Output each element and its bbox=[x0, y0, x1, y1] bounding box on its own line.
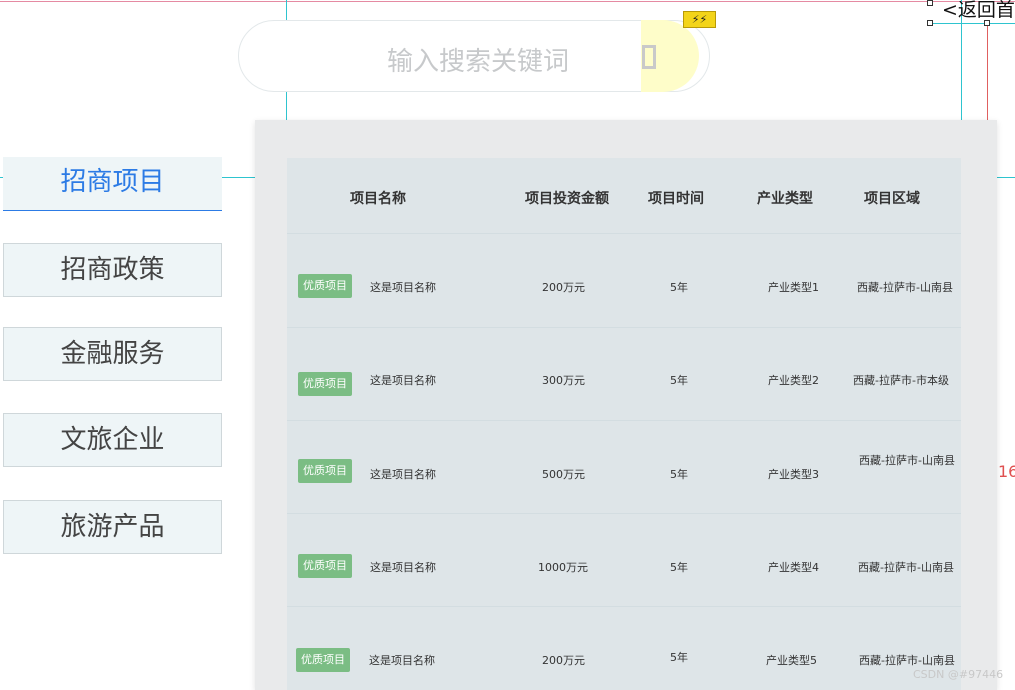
quality-badge: 优质项目 bbox=[298, 459, 352, 483]
sidebar-item-tourism-products[interactable]: 旅游产品 bbox=[3, 500, 222, 554]
cell-type: 产业类型3 bbox=[768, 468, 819, 481]
row-divider bbox=[287, 420, 961, 421]
cell-amount: 1000万元 bbox=[538, 561, 588, 574]
row-divider bbox=[287, 606, 961, 607]
cell-type: 产业类型4 bbox=[768, 561, 819, 574]
column-header-name: 项目名称 bbox=[350, 191, 406, 207]
project-table bbox=[287, 158, 961, 690]
resize-handle[interactable] bbox=[927, 0, 933, 6]
cell-type: 产业类型2 bbox=[768, 374, 819, 387]
cell-amount: 200万元 bbox=[542, 654, 585, 667]
guide-line-top bbox=[0, 1, 1015, 2]
cell-project-name[interactable]: 这是项目名称 bbox=[370, 466, 436, 482]
cell-time: 5年 bbox=[670, 281, 688, 294]
cell-amount: 500万元 bbox=[542, 468, 585, 481]
resize-handle[interactable] bbox=[927, 20, 933, 26]
column-header-type: 产业类型 bbox=[757, 191, 813, 207]
quality-badge: 优质项目 bbox=[296, 648, 350, 672]
quality-badge: 优质项目 bbox=[298, 554, 352, 578]
column-header-amount: 项目投资金额 bbox=[525, 191, 609, 207]
guide-line-short bbox=[930, 23, 1015, 24]
cell-amount: 300万元 bbox=[542, 374, 585, 387]
cell-amount: 200万元 bbox=[542, 281, 585, 294]
sidebar-item-financial-services[interactable]: 金融服务 bbox=[3, 327, 222, 381]
cell-time: 5年 bbox=[670, 561, 688, 574]
column-header-region: 项目区域 bbox=[864, 191, 920, 207]
row-divider bbox=[287, 327, 961, 328]
cell-type: 产业类型5 bbox=[766, 654, 817, 667]
cell-region: 西藏-拉萨市-山南县 bbox=[859, 454, 955, 467]
sidebar-item-investment-policy[interactable]: 招商政策 bbox=[3, 243, 222, 297]
sidebar-item-investment-projects[interactable]: 招商项目 bbox=[3, 157, 222, 211]
sidebar-item-tourism-enterprises[interactable]: 文旅企业 bbox=[3, 413, 222, 467]
cell-time: 5年 bbox=[670, 468, 688, 481]
search-placeholder[interactable]: 输入搜索关键词 bbox=[387, 41, 569, 78]
cell-time: 5年 bbox=[670, 651, 688, 664]
quality-badge: 优质项目 bbox=[298, 274, 352, 298]
search-icon[interactable] bbox=[642, 45, 656, 69]
quality-badge: 优质项目 bbox=[298, 372, 352, 396]
cell-project-name[interactable]: 这是项目名称 bbox=[370, 372, 436, 388]
cell-project-name[interactable]: 这是项目名称 bbox=[370, 559, 436, 575]
lightning-icon: ⚡⚡ bbox=[683, 11, 716, 28]
measure-label: 16 bbox=[998, 462, 1015, 481]
watermark: CSDN @#97446 bbox=[913, 668, 1004, 681]
cell-project-name[interactable]: 这是项目名称 bbox=[369, 652, 435, 668]
search-box[interactable]: 输入搜索关键词 bbox=[238, 20, 710, 92]
back-home-link[interactable]: <返回首页 bbox=[942, 0, 1015, 22]
cell-region: 西藏-拉萨市-山南县 bbox=[858, 561, 954, 574]
cell-region: 西藏-拉萨市-山南县 bbox=[859, 654, 955, 667]
cell-time: 5年 bbox=[670, 374, 688, 387]
cell-region: 西藏-拉萨市-山南县 bbox=[857, 281, 953, 294]
row-divider bbox=[287, 233, 961, 234]
cell-region: 西藏-拉萨市-市本级 bbox=[853, 374, 949, 387]
cell-type: 产业类型1 bbox=[768, 281, 819, 294]
cell-project-name[interactable]: 这是项目名称 bbox=[370, 279, 436, 295]
row-divider bbox=[287, 513, 961, 514]
column-header-time: 项目时间 bbox=[648, 191, 704, 207]
